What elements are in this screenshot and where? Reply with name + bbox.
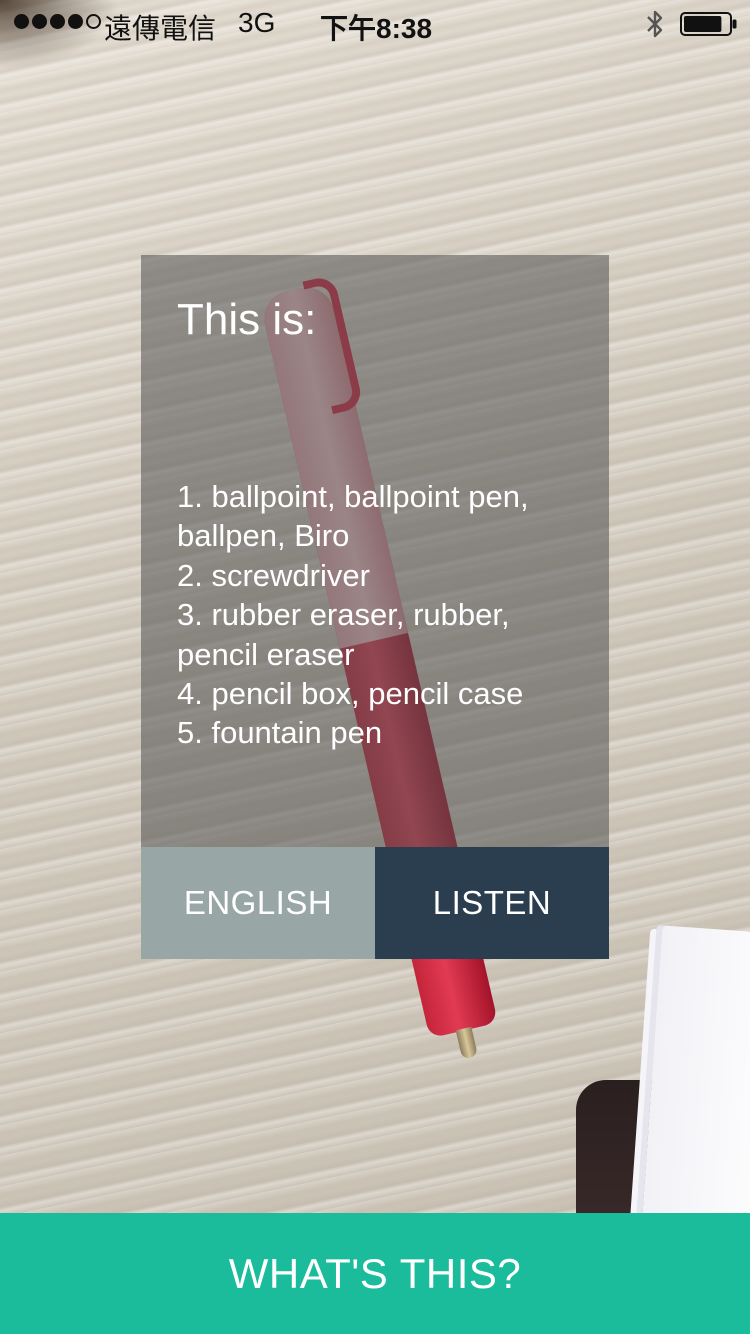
english-button[interactable]: ENGLISH <box>141 847 375 959</box>
signal-dot <box>68 14 83 29</box>
network-type: 3G <box>238 7 276 38</box>
card-button-row: ENGLISH LISTEN <box>141 847 609 959</box>
result-list: 1. ballpoint, ballpoint pen, ballpen, Bi… <box>177 477 587 753</box>
bluetooth-icon <box>647 10 663 38</box>
result-item: 1. ballpoint, ballpoint pen, ballpen, Bi… <box>177 479 529 554</box>
pen-tip <box>455 1026 479 1060</box>
status-time: 下午8:38 <box>320 13 433 44</box>
result-panel: This is: 1. ballpoint, ballpoint pen, ba… <box>141 255 609 847</box>
result-item: 3. rubber eraser, rubber, pencil eraser <box>177 597 510 672</box>
signal-dot <box>50 14 65 29</box>
whats-this-button[interactable]: WHAT'S THIS? <box>0 1213 750 1334</box>
signal-strength-icon <box>14 14 101 29</box>
result-item: 2. screwdriver <box>177 557 370 593</box>
paper-stack-image <box>641 925 750 1235</box>
status-bar: 遠傳電信 3G 下午8:38 <box>0 0 750 48</box>
result-title: This is: <box>177 295 317 344</box>
battery-icon <box>680 12 737 36</box>
signal-dot <box>86 14 101 29</box>
signal-dot <box>14 14 29 29</box>
screen: 遠傳電信 3G 下午8:38 This is: 1. ballpoint, ba… <box>0 0 750 1334</box>
result-card: This is: 1. ballpoint, ballpoint pen, ba… <box>141 255 609 959</box>
carrier-name: 遠傳電信 <box>104 13 217 44</box>
result-item: 5. fountain pen <box>177 715 383 751</box>
signal-dot <box>32 14 47 29</box>
result-item: 4. pencil box, pencil case <box>177 676 524 712</box>
listen-button[interactable]: LISTEN <box>375 847 609 959</box>
